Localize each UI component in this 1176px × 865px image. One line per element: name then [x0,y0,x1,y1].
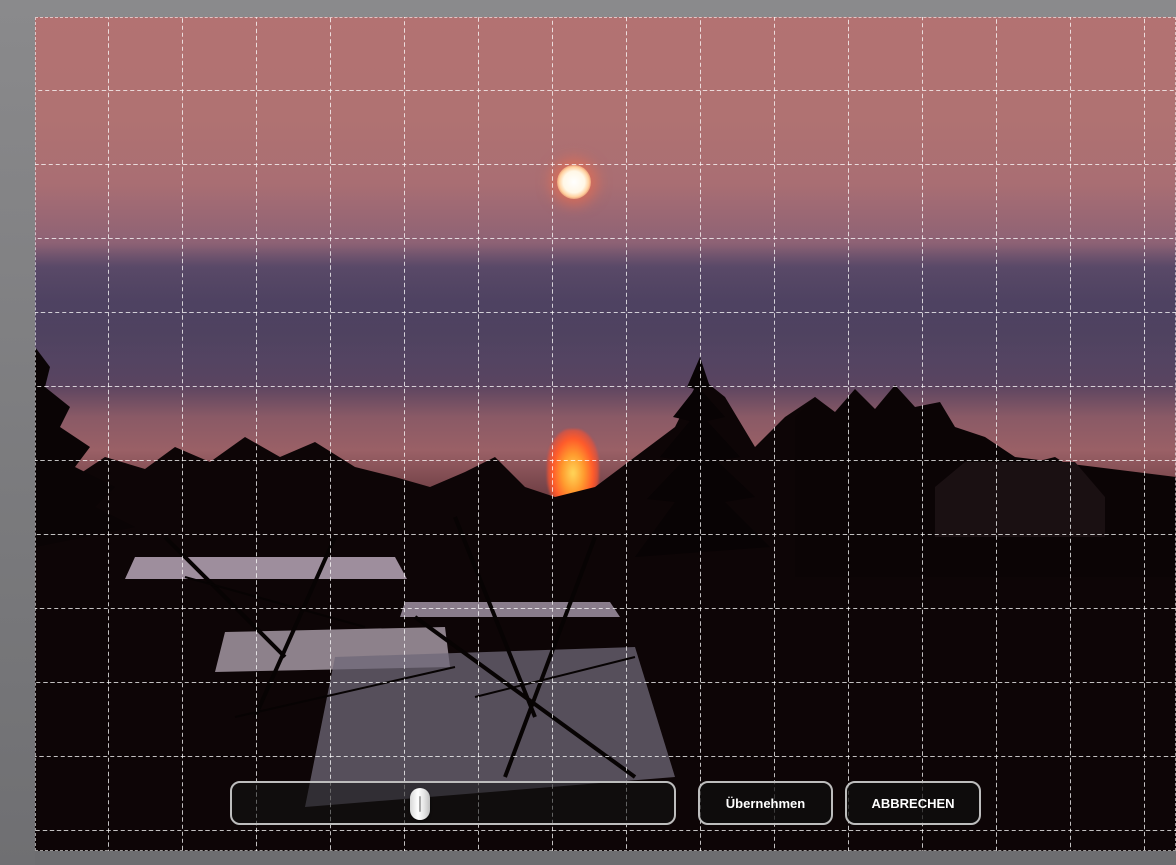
apply-button[interactable]: Übernehmen [698,781,833,825]
photo-canvas[interactable] [35,17,1176,851]
rotation-slider[interactable] [230,781,676,825]
slider-thumb-icon[interactable] [409,788,430,820]
tree-silhouettes [35,347,1176,851]
bottom-bar [35,851,1176,865]
cancel-button[interactable]: ABBRECHEN [845,781,981,825]
